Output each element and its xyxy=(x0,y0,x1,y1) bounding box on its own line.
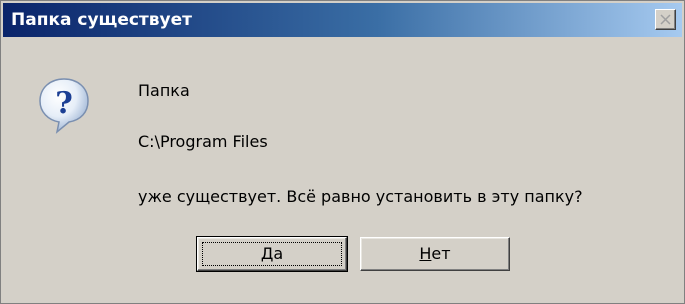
yes-label-rest: а xyxy=(273,244,284,263)
close-button[interactable] xyxy=(655,9,676,30)
dialog-window: Папка существует ? Папка C:\Program File… xyxy=(0,0,685,304)
no-button-label: Нет xyxy=(419,244,450,263)
no-accelerator: Н xyxy=(419,244,432,263)
message-folder-path: C:\Program Files xyxy=(138,132,268,151)
titlebar[interactable]: Папка существует xyxy=(3,3,682,37)
svg-text:?: ? xyxy=(55,86,73,121)
yes-accelerator: Д xyxy=(260,244,274,263)
yes-button[interactable]: Да xyxy=(196,236,348,272)
no-button[interactable]: Нет xyxy=(360,237,510,271)
window-title: Папка существует xyxy=(11,10,193,30)
no-label-rest: ет xyxy=(431,244,451,263)
yes-button-label: Да xyxy=(261,244,283,263)
message-question: уже существует. Всё равно установить в э… xyxy=(138,187,583,206)
message-folder-label: Папка xyxy=(138,81,190,100)
question-icon: ? xyxy=(39,78,89,134)
close-icon xyxy=(660,14,671,25)
